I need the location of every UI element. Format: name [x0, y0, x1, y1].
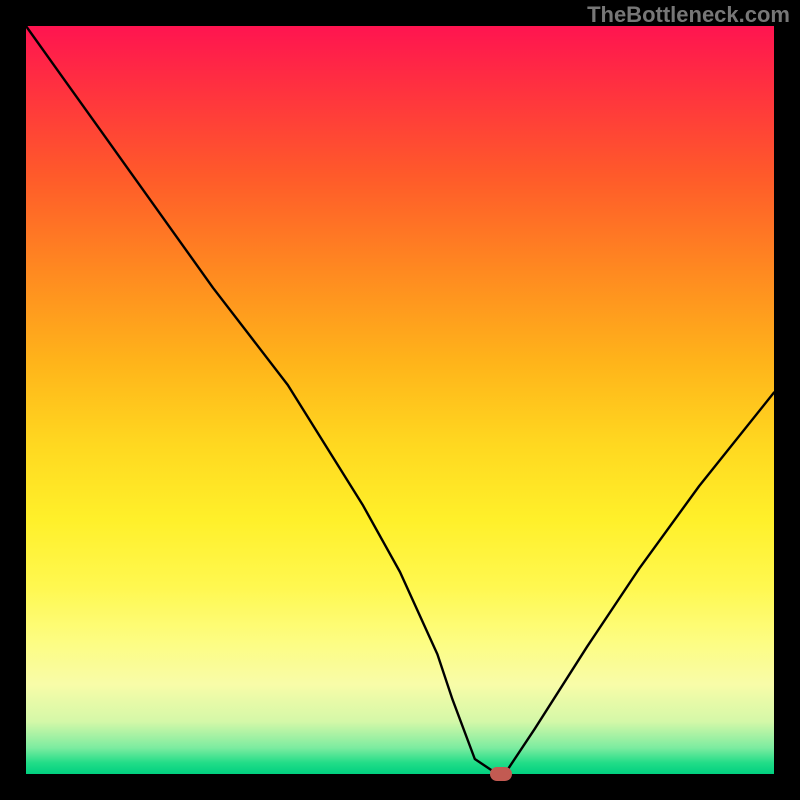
- plot-area: [26, 26, 774, 774]
- watermark-text: TheBottleneck.com: [587, 2, 790, 28]
- chart-container: TheBottleneck.com: [0, 0, 800, 800]
- optimum-marker: [490, 767, 512, 781]
- bottleneck-curve: [26, 26, 774, 774]
- curve-svg: [26, 26, 774, 774]
